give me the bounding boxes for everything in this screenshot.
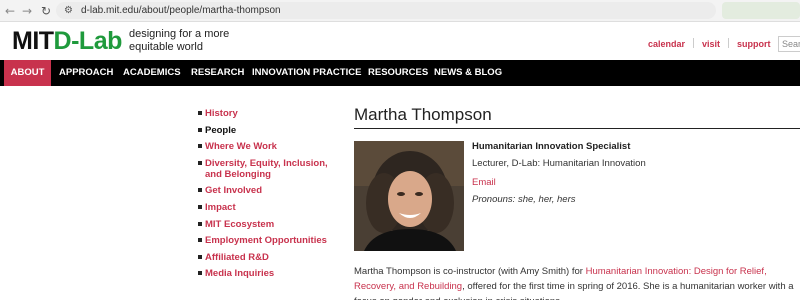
site-info-icon[interactable]: ⚙ [64, 4, 73, 17]
nav-item-academics[interactable]: ACADEMICS [123, 60, 181, 86]
site-logo[interactable]: MITD-Lab [12, 28, 122, 54]
sidebar-item-affiliated-rd[interactable]: Affiliated R&D [198, 252, 343, 263]
browser-toolbar: ← → ↻ ⚙ d-lab.mit.edu/about/people/marth… [0, 0, 800, 22]
sidebar-item-history[interactable]: History [198, 108, 343, 119]
calendar-link[interactable]: calendar [648, 39, 685, 49]
utility-links: calendar visit support [648, 38, 771, 49]
profile-pronouns: Pronouns: she, her, hers [472, 194, 576, 205]
forward-arrow-icon[interactable]: → [19, 3, 35, 19]
sidebar-item-people[interactable]: People [198, 125, 343, 136]
bio-text-start: Martha Thompson is co-instructor (with A… [354, 266, 586, 277]
main-nav: ABOUT APPROACH ACADEMICS RESEARCH INNOVA… [0, 60, 800, 86]
address-bar[interactable]: ⚙ d-lab.mit.edu/about/people/martha-thom… [56, 2, 762, 19]
logo-dlab-text: D-Lab [53, 27, 123, 55]
sidebar-item-mit-ecosystem[interactable]: MIT Ecosystem [198, 219, 343, 230]
nav-item-innovation-practice[interactable]: INNOVATION PRACTICE [252, 60, 361, 86]
sidebar-item-employment[interactable]: Employment Opportunities [198, 235, 343, 246]
nav-item-about[interactable]: ABOUT [4, 60, 51, 86]
reload-icon[interactable]: ↻ [38, 3, 54, 19]
nav-item-research[interactable]: RESEARCH [191, 60, 244, 86]
utility-divider [693, 38, 695, 48]
sidebar-item-where-we-work[interactable]: Where We Work [198, 141, 343, 152]
profile-bio: Martha Thompson is co-instructor (with A… [354, 264, 800, 300]
profile-role: Lecturer, D-Lab: Humanitarian Innovation [472, 158, 646, 169]
site-header: MITD-Lab designing for a more equitable … [0, 22, 800, 60]
sidebar-item-get-involved[interactable]: Get Involved [198, 185, 343, 196]
nav-item-news-blog[interactable]: NEWS & BLOG [434, 60, 502, 86]
support-link[interactable]: support [737, 39, 771, 49]
sidebar-item-impact[interactable]: Impact [198, 202, 343, 213]
utility-divider [728, 38, 730, 48]
title-divider [354, 128, 800, 129]
site-tagline: designing for a more equitable world [129, 28, 230, 53]
profile-job-title: Humanitarian Innovation Specialist [472, 141, 631, 152]
visit-link[interactable]: visit [702, 39, 720, 49]
page-title: Martha Thompson [354, 105, 492, 124]
search-input[interactable]: Search [778, 36, 800, 52]
browser-extensions-area [722, 2, 800, 19]
email-link[interactable]: Email [472, 177, 496, 188]
profile-photo [354, 141, 464, 251]
profile-photo-illustration [354, 141, 464, 251]
about-sidebar: History People Where We Work Diversity, … [198, 108, 343, 285]
url-text[interactable]: d-lab.mit.edu/about/people/martha-thomps… [81, 4, 281, 17]
nav-item-approach[interactable]: APPROACH [59, 60, 113, 86]
logo-mit-text: MIT [12, 27, 54, 55]
back-arrow-icon[interactable]: ← [2, 3, 18, 19]
sidebar-item-media-inquiries[interactable]: Media Inquiries [198, 268, 343, 279]
sidebar-item-diversity[interactable]: Diversity, Equity, Inclusion, and Belong… [198, 158, 343, 180]
nav-item-resources[interactable]: RESOURCES [368, 60, 428, 86]
